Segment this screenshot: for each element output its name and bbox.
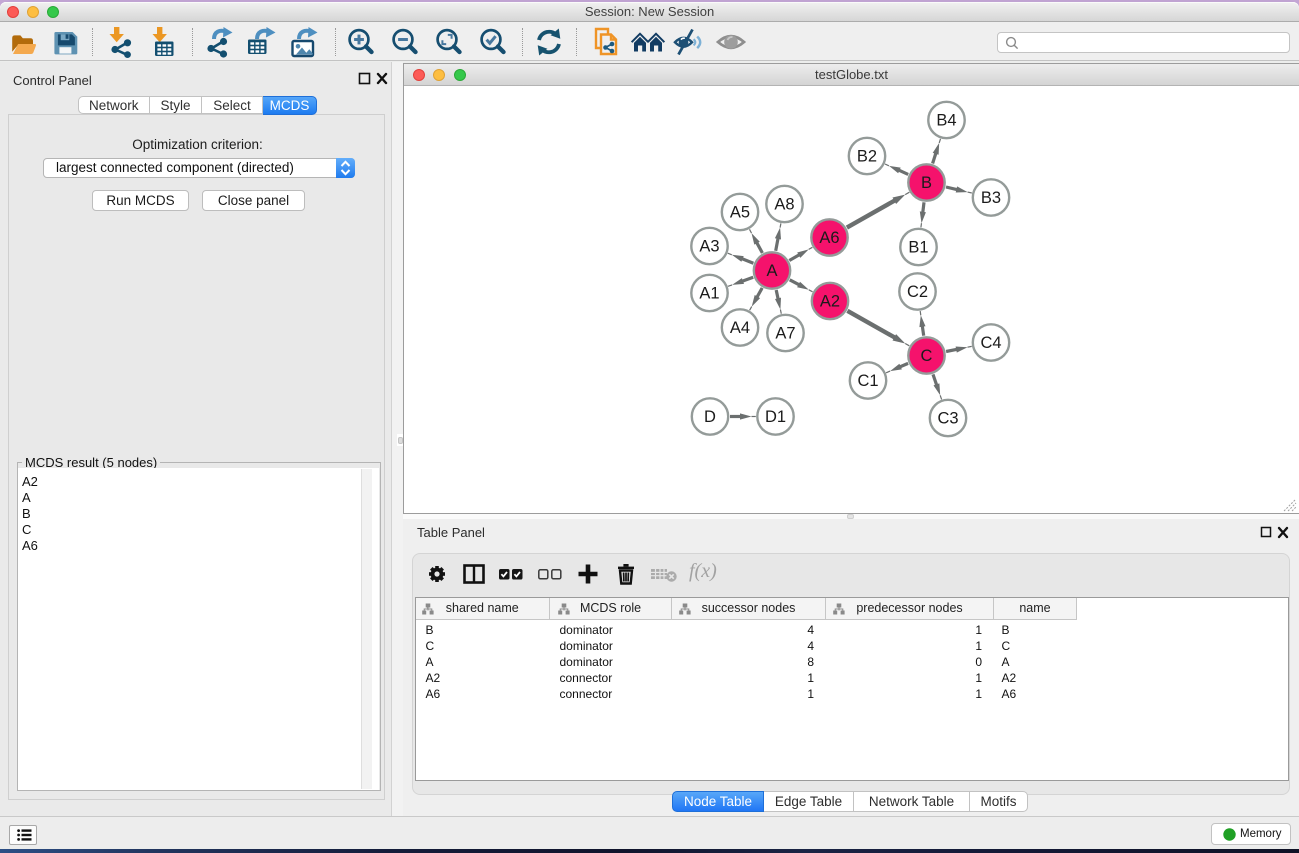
svg-text:B2: B2 [857, 148, 877, 166]
svg-text:B3: B3 [981, 189, 1001, 207]
svg-text:A1: A1 [699, 285, 719, 303]
svg-text:A4: A4 [730, 319, 750, 337]
svg-text:C4: C4 [980, 334, 1001, 352]
svg-text:C: C [921, 347, 933, 365]
svg-text:C1: C1 [857, 372, 878, 390]
svg-text:A5: A5 [730, 204, 750, 222]
svg-text:A: A [766, 262, 777, 280]
svg-text:A2: A2 [820, 293, 840, 311]
svg-text:B: B [921, 174, 932, 192]
svg-text:A3: A3 [699, 238, 719, 256]
svg-text:C3: C3 [937, 410, 958, 428]
svg-text:A6: A6 [819, 229, 839, 247]
svg-text:D1: D1 [765, 408, 786, 426]
svg-text:D: D [704, 408, 716, 426]
svg-text:A8: A8 [774, 196, 794, 214]
svg-text:B1: B1 [908, 239, 928, 257]
svg-text:B4: B4 [936, 112, 956, 130]
svg-text:A7: A7 [775, 325, 795, 343]
svg-text:C2: C2 [907, 283, 928, 301]
